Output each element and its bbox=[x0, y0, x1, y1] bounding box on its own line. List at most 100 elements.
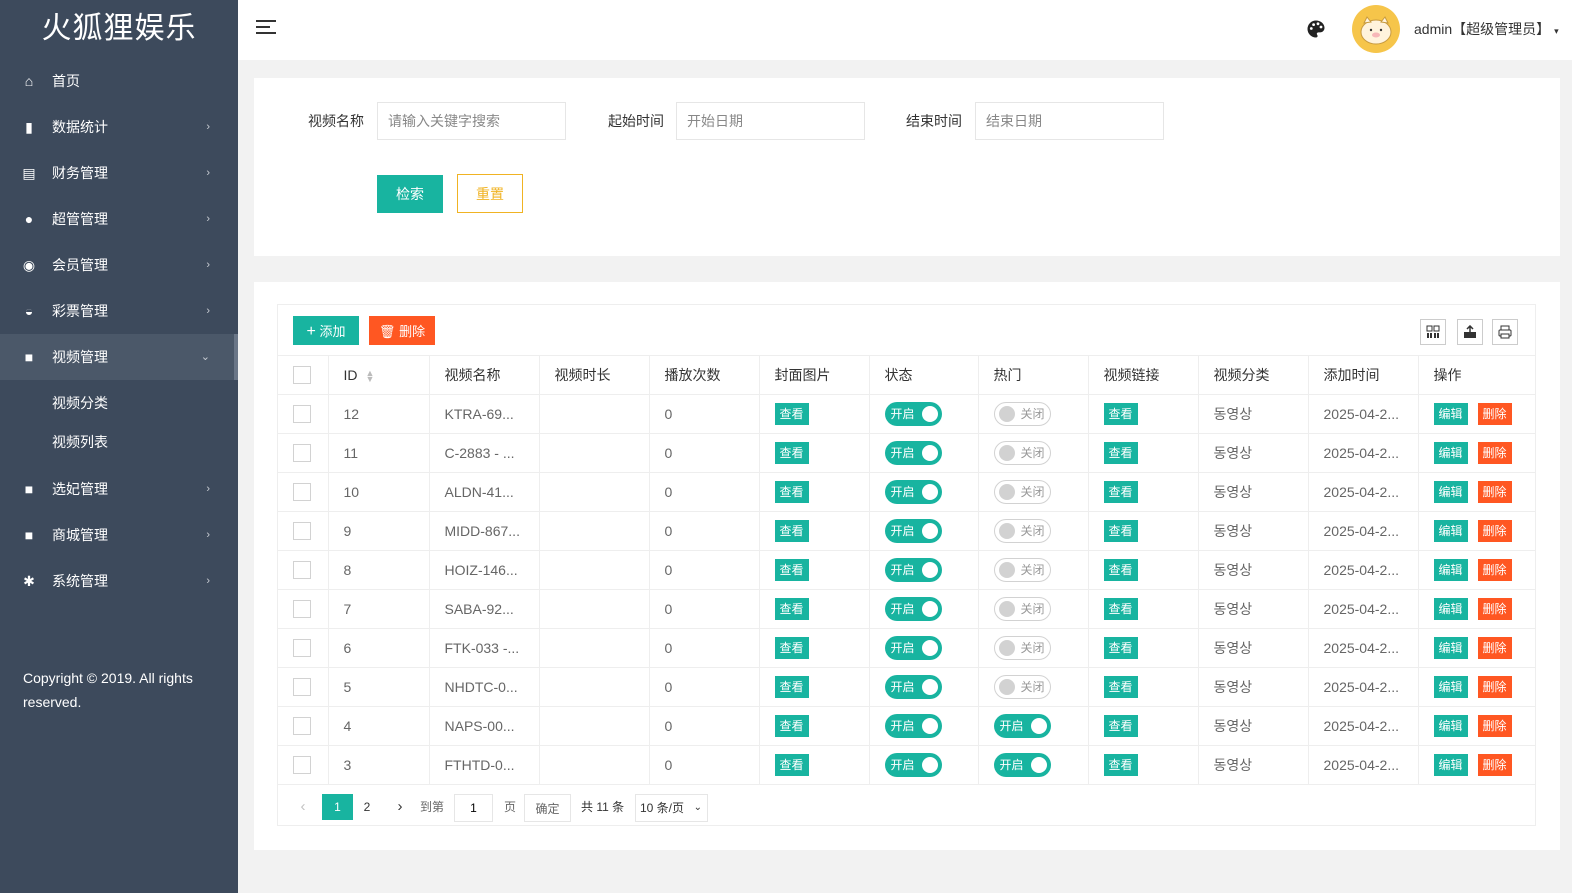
page-size-select[interactable]: 10 条/页 ⌄ bbox=[635, 794, 708, 822]
status-toggle[interactable]: 开启 bbox=[884, 558, 942, 582]
view-cover-button[interactable]: 查看 bbox=[774, 442, 809, 464]
row-checkbox[interactable] bbox=[293, 717, 311, 736]
edit-button[interactable]: 编辑 bbox=[1433, 403, 1468, 425]
delete-button[interactable]: 删除 bbox=[1477, 637, 1512, 659]
hot-toggle[interactable]: 关闭 bbox=[993, 597, 1051, 621]
view-cover-button[interactable]: 查看 bbox=[774, 676, 809, 698]
view-cover-button[interactable]: 查看 bbox=[774, 403, 809, 425]
sidebar-item[interactable]: ⌂ 首页 bbox=[0, 58, 238, 104]
view-cover-button[interactable]: 查看 bbox=[774, 481, 809, 503]
sidebar-item[interactable]: ▤ 财务管理 › bbox=[0, 150, 238, 196]
next-page-icon[interactable]: › bbox=[392, 794, 408, 820]
sidebar-subitem[interactable]: 视频列表 bbox=[0, 423, 238, 462]
hot-toggle[interactable]: 关闭 bbox=[993, 558, 1051, 582]
delete-button[interactable]: 删除 bbox=[1477, 520, 1512, 542]
delete-button[interactable]: 删除 bbox=[1477, 715, 1512, 737]
delete-button[interactable]: 删除 bbox=[1477, 754, 1512, 777]
status-toggle[interactable]: 开启 bbox=[884, 480, 942, 504]
edit-button[interactable]: 编辑 bbox=[1433, 754, 1468, 777]
delete-button[interactable]: 删除 bbox=[1477, 676, 1512, 698]
status-toggle[interactable]: 开启 bbox=[884, 597, 942, 621]
view-cover-button[interactable]: 查看 bbox=[774, 637, 809, 659]
print-icon[interactable] bbox=[1492, 319, 1518, 345]
row-checkbox[interactable] bbox=[293, 405, 311, 424]
row-checkbox[interactable] bbox=[293, 561, 311, 580]
row-checkbox[interactable] bbox=[293, 678, 311, 697]
row-checkbox[interactable] bbox=[293, 522, 311, 541]
avatar[interactable] bbox=[1352, 5, 1400, 53]
row-checkbox[interactable] bbox=[293, 444, 311, 463]
goto-confirm-button[interactable]: 确定 bbox=[524, 794, 571, 822]
row-checkbox[interactable] bbox=[293, 639, 311, 658]
view-link-button[interactable]: 查看 bbox=[1103, 559, 1138, 581]
edit-button[interactable]: 编辑 bbox=[1433, 715, 1468, 737]
view-cover-button[interactable]: 查看 bbox=[774, 559, 809, 581]
view-link-button[interactable]: 查看 bbox=[1103, 520, 1138, 542]
sidebar-subitem[interactable]: 视频分类 bbox=[0, 384, 238, 423]
row-checkbox[interactable] bbox=[293, 756, 311, 775]
select-all-checkbox[interactable] bbox=[293, 366, 311, 385]
palette-icon[interactable] bbox=[1306, 19, 1326, 39]
delete-button[interactable]: 删除 bbox=[1477, 481, 1512, 503]
view-link-button[interactable]: 查看 bbox=[1103, 598, 1138, 620]
hot-toggle[interactable]: 关闭 bbox=[993, 675, 1051, 699]
view-link-button[interactable]: 查看 bbox=[1103, 715, 1138, 737]
view-link-button[interactable]: 查看 bbox=[1103, 676, 1138, 698]
edit-button[interactable]: 编辑 bbox=[1433, 637, 1468, 659]
hot-toggle[interactable]: 开启 bbox=[993, 714, 1051, 738]
user-menu[interactable]: admin【超级管理员】 ▾ bbox=[1414, 19, 1559, 39]
delete-button[interactable]: 删除 bbox=[1477, 559, 1512, 581]
hot-toggle[interactable]: 关闭 bbox=[993, 636, 1051, 660]
page-current[interactable]: 1 bbox=[322, 794, 353, 820]
edit-button[interactable]: 编辑 bbox=[1433, 559, 1468, 581]
view-cover-button[interactable]: 查看 bbox=[774, 598, 809, 620]
search-button[interactable]: 检索 bbox=[377, 175, 443, 213]
column-header-id[interactable]: ID ▲ ▼ bbox=[328, 355, 430, 395]
export-icon[interactable] bbox=[1457, 319, 1483, 345]
hot-toggle[interactable]: 开启 bbox=[993, 753, 1051, 778]
view-link-button[interactable]: 查看 bbox=[1103, 637, 1138, 659]
sidebar-item[interactable]: ◉ 会员管理 › bbox=[0, 242, 238, 288]
status-toggle[interactable]: 开启 bbox=[884, 675, 942, 699]
video-name-input[interactable] bbox=[377, 102, 566, 140]
status-toggle[interactable]: 开启 bbox=[884, 441, 942, 465]
edit-button[interactable]: 编辑 bbox=[1433, 520, 1468, 542]
sort-icon[interactable]: ▲ ▼ bbox=[366, 369, 375, 384]
edit-button[interactable]: 编辑 bbox=[1433, 598, 1468, 620]
start-date-input[interactable] bbox=[676, 102, 865, 140]
status-toggle[interactable]: 开启 bbox=[884, 402, 942, 426]
status-toggle[interactable]: 开启 bbox=[884, 519, 942, 543]
sidebar-item[interactable]: ■ 选妃管理 › bbox=[0, 466, 238, 512]
view-link-button[interactable]: 查看 bbox=[1103, 403, 1138, 425]
page-link[interactable]: 2 bbox=[358, 794, 376, 820]
add-button[interactable]: + 添加 bbox=[293, 316, 359, 345]
delete-button[interactable]: 删除 bbox=[1477, 442, 1512, 464]
delete-button[interactable]: 删除 bbox=[1477, 598, 1512, 620]
hot-toggle[interactable]: 关闭 bbox=[993, 441, 1051, 465]
columns-icon[interactable] bbox=[1420, 319, 1446, 345]
view-cover-button[interactable]: 查看 bbox=[774, 754, 809, 777]
bulk-delete-button[interactable]: 🗑 删除 bbox=[369, 316, 435, 345]
sidebar-item[interactable]: ▮ 数据统计 › bbox=[0, 104, 238, 150]
hamburger-icon[interactable] bbox=[256, 20, 276, 36]
goto-page-input[interactable] bbox=[454, 794, 493, 822]
sidebar-item[interactable]: ◒ 彩票管理 › bbox=[0, 288, 238, 334]
row-checkbox[interactable] bbox=[293, 600, 311, 619]
edit-button[interactable]: 编辑 bbox=[1433, 442, 1468, 464]
hot-toggle[interactable]: 关闭 bbox=[993, 519, 1051, 543]
end-date-input[interactable] bbox=[975, 102, 1164, 140]
view-cover-button[interactable]: 查看 bbox=[774, 520, 809, 542]
edit-button[interactable]: 编辑 bbox=[1433, 481, 1468, 503]
view-link-button[interactable]: 查看 bbox=[1103, 754, 1138, 777]
edit-button[interactable]: 编辑 bbox=[1433, 676, 1468, 698]
status-toggle[interactable]: 开启 bbox=[884, 636, 942, 660]
hot-toggle[interactable]: 关闭 bbox=[993, 480, 1051, 504]
row-checkbox[interactable] bbox=[293, 483, 311, 502]
hot-toggle[interactable]: 关闭 bbox=[993, 402, 1051, 426]
prev-page-icon[interactable]: ‹ bbox=[295, 794, 311, 820]
status-toggle[interactable]: 开启 bbox=[884, 753, 942, 778]
sidebar-item[interactable]: ● 超管管理 › bbox=[0, 196, 238, 242]
sidebar-item[interactable]: ■ 商城管理 › bbox=[0, 512, 238, 558]
status-toggle[interactable]: 开启 bbox=[884, 714, 942, 738]
delete-button[interactable]: 删除 bbox=[1477, 403, 1512, 425]
